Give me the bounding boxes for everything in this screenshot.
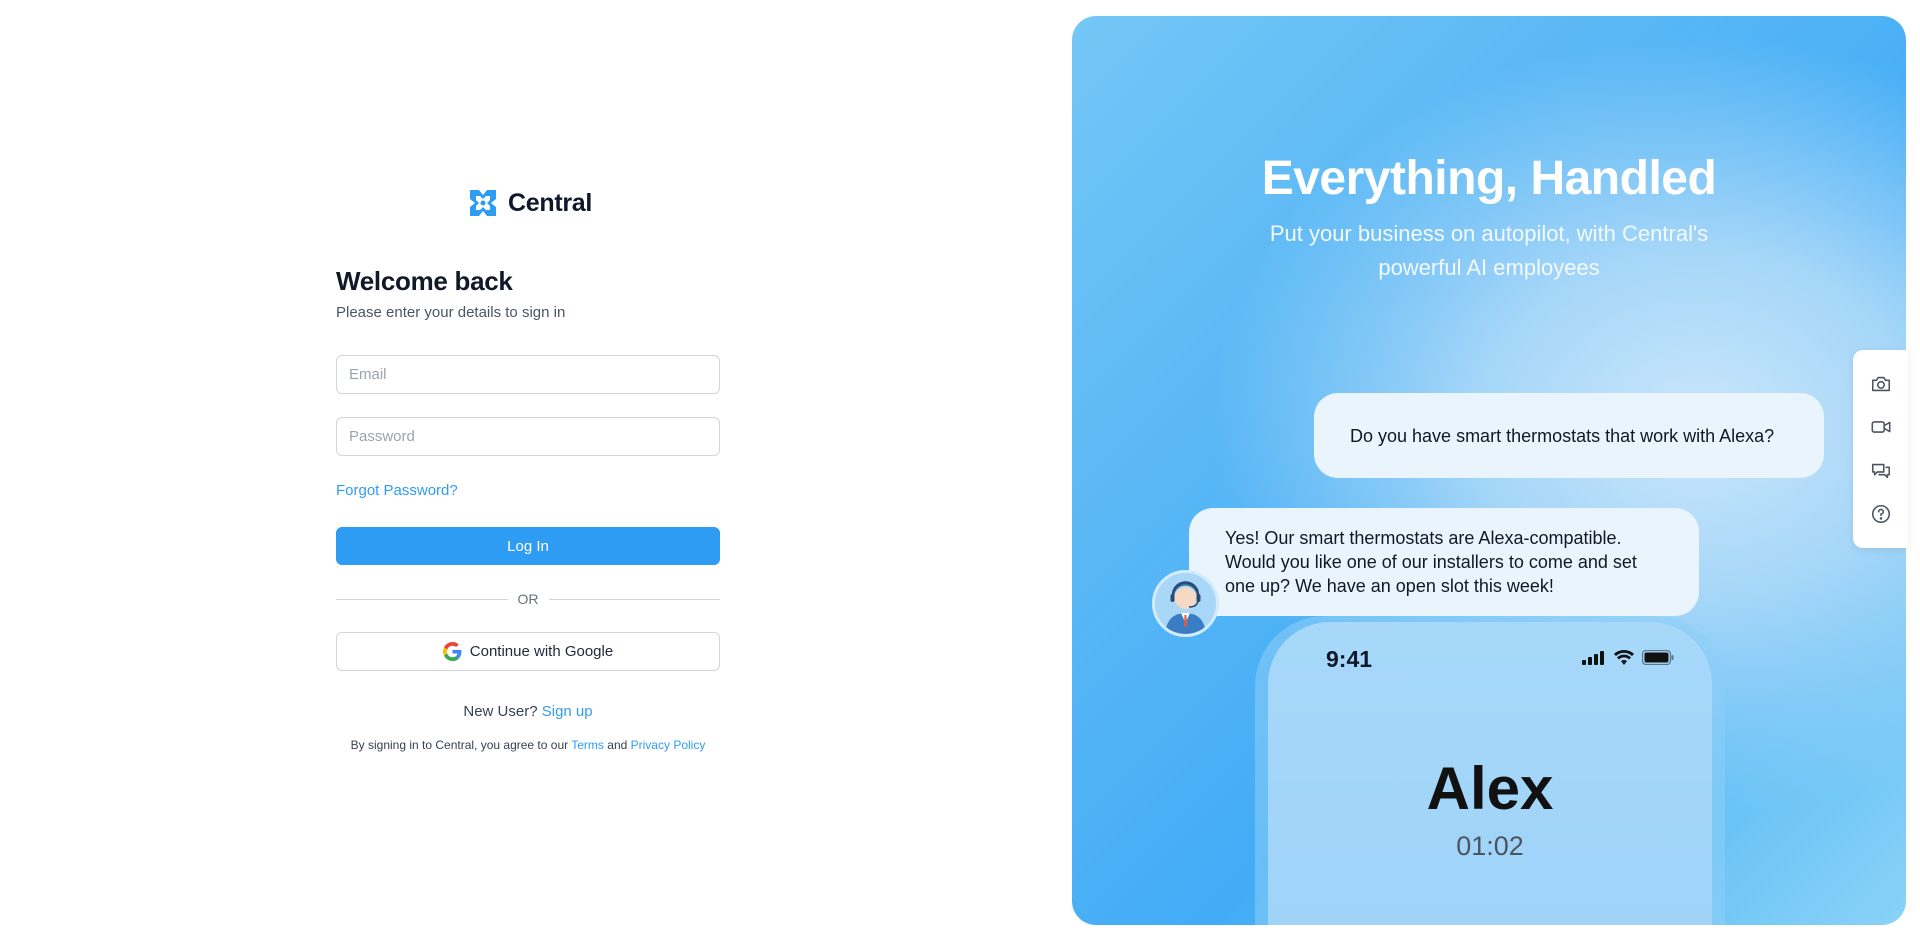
signal-icon [1582,650,1604,665]
customer-message-text: Do you have smart thermostats that work … [1350,425,1775,446]
new-user-text: New User? [463,703,538,720]
divider-line [336,598,508,600]
caller-name: Alex [1426,755,1554,822]
customer-message-bubble: Do you have smart thermostats that work … [1314,393,1824,478]
agent-message-text: Yes! Our smart thermostats are Alexa-com… [1225,528,1637,596]
login-button[interactable]: Log In [336,527,720,565]
page-subtitle: Please enter your details to sign in [336,304,566,321]
forgot-password-link[interactable]: Forgot Password? [336,482,458,499]
terms-link[interactable]: Terms [571,738,604,752]
brand: Central [466,186,592,220]
terms-and: and [607,738,628,752]
or-divider: OR [336,589,720,609]
central-logo-icon [470,190,496,216]
hero-title: Everything, Handled [1261,152,1717,205]
google-button-label: Continue with Google [469,643,614,660]
agent-message-bubble: Yes! Our smart thermostats are Alexa-com… [1189,508,1699,616]
or-label: OR [517,591,539,607]
battery-icon [1642,650,1674,665]
side-toolbar [1853,350,1908,548]
agent-avatar [1152,570,1219,637]
google-icon [442,642,462,661]
privacy-policy-link[interactable]: Privacy Policy [631,738,706,752]
terms-notice: By signing in to Central, you agree to o… [336,738,720,752]
new-user-prompt: New User? Sign up [336,703,720,720]
video-icon[interactable] [1869,415,1893,439]
password-field[interactable] [336,417,720,456]
support-agent-icon [1165,581,1206,634]
divider-line [548,598,720,600]
camera-icon[interactable] [1869,372,1893,396]
phone-status-time: 9:41 [1326,646,1373,672]
brand-name: Central [508,188,593,217]
call-duration: 01:02 [1456,831,1524,861]
help-icon[interactable] [1869,502,1893,526]
signup-link[interactable]: Sign up [542,703,593,720]
hero-subtitle: Put your business on autopilot, with Cen… [1269,221,1709,280]
email-field[interactable] [336,355,720,394]
google-signin-button[interactable]: Continue with Google [336,632,720,671]
wifi-icon [1614,650,1634,665]
phone-status-icons [1582,650,1674,665]
terms-prefix: By signing in to Central, you agree to o… [350,738,569,752]
hero-panel: Everything, Handled Put your business on… [1072,16,1906,925]
page-title: Welcome back [336,266,513,296]
chat-icon[interactable] [1869,459,1893,483]
